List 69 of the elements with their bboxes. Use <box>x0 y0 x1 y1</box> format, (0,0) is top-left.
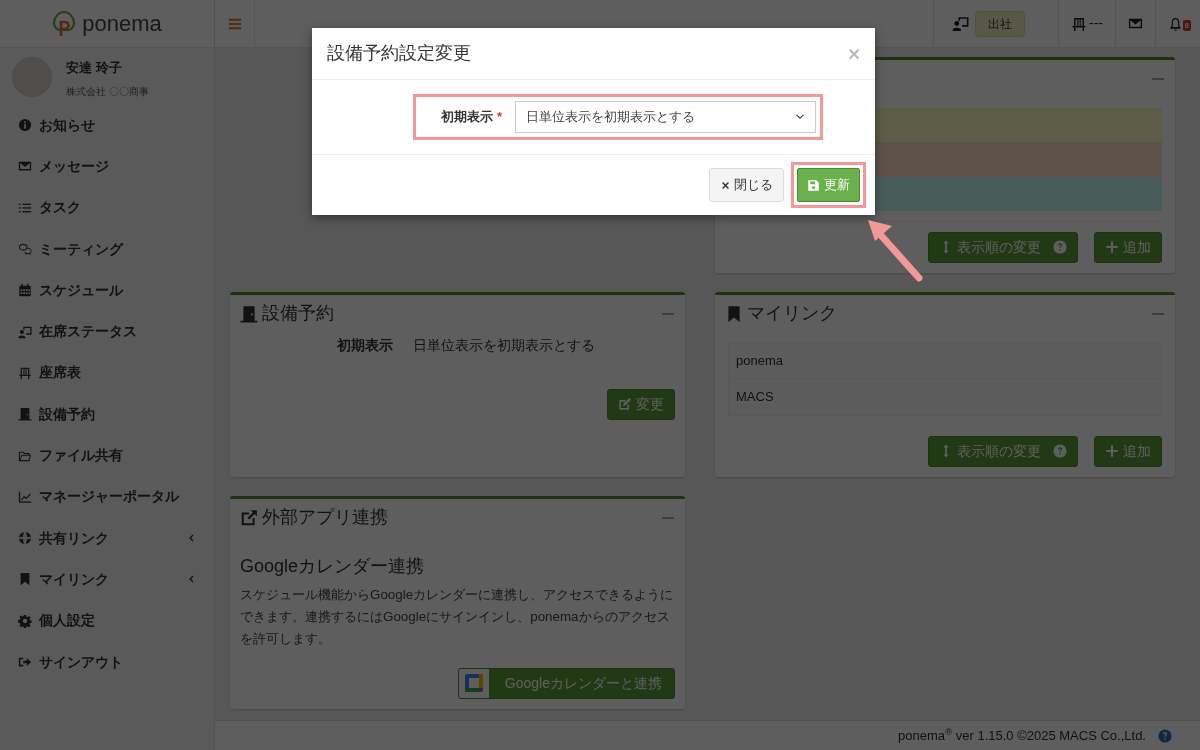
close-button[interactable]: × <box>848 43 860 64</box>
notification-count: 8 <box>1182 19 1191 31</box>
person-screen-icon <box>18 324 32 339</box>
sidebar-item[interactable]: スケジュール <box>0 269 214 311</box>
card-title: 外部アプリ連携 <box>262 506 388 530</box>
sidebar-item[interactable]: お知らせ <box>0 104 214 146</box>
save-button[interactable]: 更新 <box>797 168 860 202</box>
sign-out-icon <box>18 655 32 669</box>
section-heading: Googleカレンダー連携 <box>240 554 426 578</box>
sidebar-item[interactable]: 座席表 <box>0 352 214 394</box>
chair-icon <box>1071 15 1087 32</box>
save-icon <box>807 178 820 192</box>
card-title: 設備予約 <box>262 302 334 326</box>
sidebar-item[interactable]: タスク <box>0 187 214 229</box>
status-badge[interactable]: 出社 <box>975 10 1025 37</box>
add-button[interactable]: 追加 <box>1094 435 1162 467</box>
sidebar-item[interactable]: 個人設定 <box>0 600 214 642</box>
info-icon <box>18 118 32 133</box>
brand-name: ponema <box>82 10 162 38</box>
notification-bell-icon <box>1168 15 1183 32</box>
sidebar-item[interactable]: マネージャーポータル <box>0 476 214 518</box>
external-link-icon <box>240 508 258 527</box>
help-icon <box>1053 444 1067 459</box>
logo-icon <box>52 10 77 37</box>
google-calendar-connect-button[interactable]: Googleカレンダーと連携 <box>457 667 675 699</box>
sidebar-item[interactable]: ミーティング <box>0 228 214 270</box>
sidebar-item[interactable]: 設備予約 <box>0 393 214 435</box>
footer-text: ponema$^{®}$ ver 1.15.0 ©2025 MACS Co.,Ltd. <box>897 725 1146 745</box>
select-field[interactable]: 日単位表示を初期表示とする <box>515 101 816 133</box>
chat-bubbles-icon <box>18 242 32 257</box>
calendar-logo-icon <box>463 673 484 694</box>
sidebar-item[interactable]: サインアウト <box>0 641 214 683</box>
field-label: 初期表示 <box>337 335 393 355</box>
my-link[interactable]: MACS <box>728 379 1162 416</box>
add-button[interactable]: 追加 <box>1094 231 1162 263</box>
plus-icon <box>1105 240 1119 255</box>
edit-button[interactable]: 変更 <box>607 388 675 420</box>
line-chart-icon <box>18 489 32 504</box>
help-icon <box>1053 240 1067 255</box>
mail-icon <box>1128 16 1143 31</box>
modal-title: 設備予約設定変更 <box>327 42 471 65</box>
door-icon <box>240 304 258 323</box>
globe-icon <box>18 531 32 546</box>
field-value: 日単位表示を初期表示とする <box>413 335 595 355</box>
my-link[interactable]: ponema <box>728 341 1162 380</box>
sidebar-item[interactable]: 共有リンク <box>0 517 214 559</box>
sidebar-item[interactable]: メッセージ <box>0 145 214 188</box>
seat-value[interactable]: --- <box>1089 13 1103 34</box>
sidebar-item[interactable]: ファイル共有 <box>0 434 214 477</box>
plus-icon <box>1105 444 1119 459</box>
required-mark: * <box>496 109 502 125</box>
bookmark-icon <box>725 304 743 323</box>
edit-icon <box>618 397 632 412</box>
door-icon <box>18 407 32 422</box>
calendar-icon <box>18 283 32 298</box>
settings-icon <box>18 613 32 628</box>
person-screen-icon <box>952 15 969 32</box>
user-name: 安達 玲子 <box>66 59 123 77</box>
close-button[interactable]: 閉じる <box>709 168 784 202</box>
chair-icon <box>18 365 32 380</box>
help-icon <box>1158 728 1172 743</box>
card-title: マイリンク <box>747 302 837 326</box>
sidebar-item[interactable]: マイリンク <box>0 558 214 601</box>
menu-icon <box>227 16 242 31</box>
times-icon <box>720 179 731 191</box>
sidebar-item[interactable]: 在席ステータス <box>0 311 214 353</box>
annotation-arrow <box>868 220 923 282</box>
bookmark-icon <box>18 572 32 587</box>
field-label: 初期表示 * <box>439 108 503 127</box>
